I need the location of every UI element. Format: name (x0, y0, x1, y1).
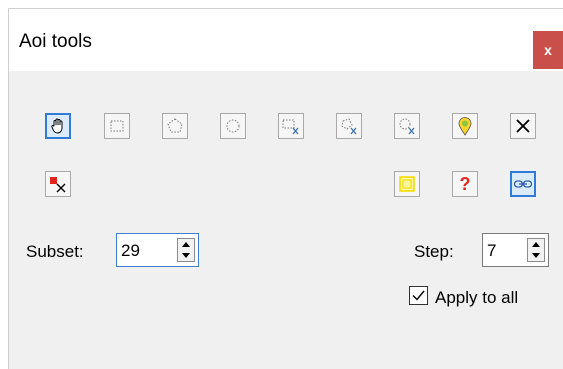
circle-cut-button[interactable] (394, 113, 420, 139)
spin-up-icon[interactable] (178, 239, 194, 250)
rectangle-select-button[interactable] (104, 113, 130, 139)
rectangle-select-icon (110, 120, 124, 132)
subset-spin-arrows[interactable] (177, 238, 195, 262)
polygon-cut-icon (341, 118, 357, 135)
delete-button[interactable] (510, 113, 536, 139)
polygon-select-icon (167, 118, 183, 133)
yellow-square-button[interactable] (394, 171, 420, 197)
circle-select-button[interactable] (220, 113, 246, 139)
help-question-icon: ? (460, 174, 471, 194)
location-pin-icon (458, 117, 472, 136)
apply-to-all-checkbox[interactable] (409, 286, 428, 305)
yellow-square-icon (399, 176, 415, 192)
circle-cut-icon (399, 118, 415, 135)
close-icon: x (544, 42, 552, 58)
aoi-tools-window: Aoi tools x ? Subset: 29 Step: 7 Apply t… (8, 8, 563, 369)
clear-markers-button[interactable] (45, 171, 71, 197)
spin-down-icon[interactable] (528, 250, 544, 261)
step-spinbox[interactable]: 7 (482, 233, 549, 267)
circle-select-icon (226, 119, 240, 133)
step-label: Step: (414, 242, 454, 261)
title-bar: Aoi tools x (9, 9, 563, 71)
delete-icon (516, 119, 530, 133)
window-title: Aoi tools (19, 31, 92, 52)
polygon-select-button[interactable] (162, 113, 188, 139)
spin-up-icon[interactable] (528, 239, 544, 250)
polygon-cut-button[interactable] (336, 113, 362, 139)
help-button[interactable]: ? (452, 171, 478, 197)
subset-value: 29 (121, 241, 140, 260)
link-icon (513, 180, 533, 188)
checkmark-icon (412, 290, 425, 301)
rectangle-cut-icon (282, 119, 299, 135)
pan-tool-button[interactable] (45, 113, 71, 139)
spin-down-icon[interactable] (178, 250, 194, 261)
subset-spinbox[interactable]: 29 (116, 233, 199, 267)
clear-markers-icon (50, 177, 66, 193)
close-button[interactable]: x (533, 31, 563, 69)
location-pin-button[interactable] (452, 113, 478, 139)
pan-tool-icon (51, 118, 63, 134)
svg-text:?: ? (460, 174, 471, 194)
subset-label: Subset: (26, 242, 84, 261)
step-spin-arrows[interactable] (527, 238, 545, 262)
rectangle-cut-button[interactable] (278, 113, 304, 139)
apply-to-all-label[interactable]: Apply to all (435, 288, 518, 308)
step-value: 7 (487, 241, 497, 260)
link-button[interactable] (510, 171, 536, 197)
